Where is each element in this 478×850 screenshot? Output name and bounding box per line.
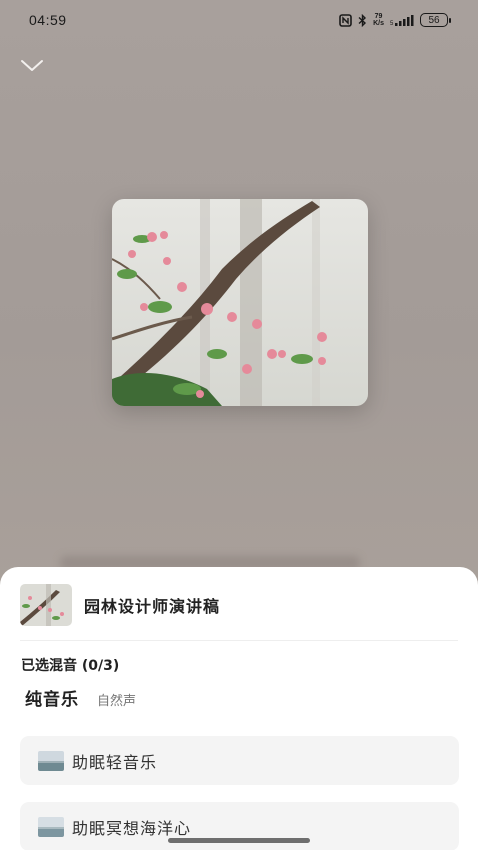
home-indicator[interactable]	[168, 838, 310, 843]
track-thumbnail	[20, 584, 72, 626]
tab-pure-music[interactable]: 纯音乐	[25, 685, 79, 710]
sound-thumbnail	[38, 750, 64, 771]
tab-nature-sounds[interactable]: 自然声	[97, 690, 136, 709]
chevron-down-icon	[21, 60, 43, 71]
status-bar: 04:59 79 K/s 5 56	[0, 0, 478, 40]
svg-text:5: 5	[390, 21, 394, 26]
battery-level: 56	[428, 14, 440, 26]
status-icons: 79 K/s 5 56	[339, 13, 451, 27]
network-speed: 79 K/s	[373, 13, 384, 27]
current-track[interactable]: 园林设计师演讲稿	[20, 583, 460, 627]
bluetooth-icon	[358, 13, 367, 27]
speed-unit: K/s	[373, 20, 384, 27]
mix-count-header: 已选混音 (0/3)	[21, 658, 120, 674]
speed-value: 79	[374, 13, 383, 20]
cover-art	[112, 199, 368, 406]
sound-label: 助眠冥想海洋心	[72, 818, 192, 838]
mix-sheet: 园林设计师演讲稿 已选混音 (0/3) 纯音乐 自然声 助眠轻音乐 助眠冥想海洋…	[0, 567, 478, 850]
battery-icon: 56	[420, 13, 451, 27]
sound-label: 助眠轻音乐	[72, 752, 158, 772]
sound-item[interactable]: 助眠轻音乐	[20, 736, 459, 785]
track-title: 园林设计师演讲稿	[84, 597, 221, 616]
sound-category-tabs: 纯音乐 自然声	[25, 685, 136, 710]
signal-icon: 5	[390, 15, 414, 26]
nfc-icon	[339, 13, 352, 27]
sound-thumbnail	[38, 816, 64, 837]
status-time: 04:59	[29, 12, 67, 28]
collapse-button[interactable]	[19, 56, 45, 76]
divider	[20, 640, 458, 641]
